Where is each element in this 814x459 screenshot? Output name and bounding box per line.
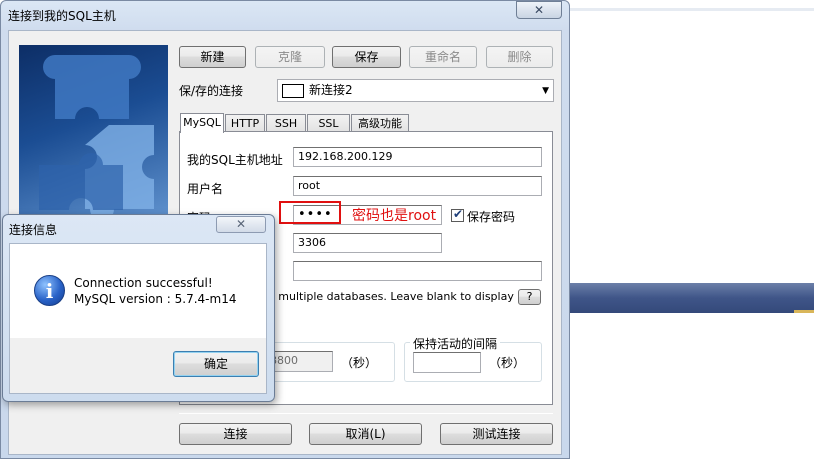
port-input[interactable]: 3306 xyxy=(293,233,442,253)
save-password-label: 保存密码 xyxy=(467,210,516,224)
database-hint: e multiple databases. Leave blank to dis… xyxy=(268,290,535,303)
keepalive-label: 保持活动的间隔 xyxy=(410,335,501,352)
keepalive-input[interactable] xyxy=(413,352,481,373)
delete-button[interactable]: 删除 xyxy=(486,46,553,68)
cancel-button[interactable]: 取消(L) xyxy=(309,423,422,445)
tab-ssl[interactable]: SSL xyxy=(307,114,350,131)
new-button[interactable]: 新建 xyxy=(179,46,246,68)
rename-button[interactable]: 重命名 xyxy=(409,46,477,68)
dialog-close-button[interactable]: ✕ xyxy=(216,216,266,233)
saved-connection-select[interactable]: 新连接2 ▼ xyxy=(277,79,554,102)
connection-color-swatch xyxy=(282,84,304,98)
dialog-message: Connection successful! MySQL version : 5… xyxy=(74,275,236,307)
info-icon: i xyxy=(34,275,65,306)
timeout-unit: （秒） xyxy=(341,356,378,370)
tab-advanced[interactable]: 高级功能 xyxy=(351,114,409,131)
save-password-checkbox[interactable]: ✔ xyxy=(451,207,464,222)
connect-button[interactable]: 连接 xyxy=(179,423,292,445)
database-input[interactable] xyxy=(293,261,542,281)
host-label: 我的SQL主机地址 xyxy=(187,153,283,167)
username-label: 用户名 xyxy=(187,182,224,196)
test-connection-button[interactable]: 测试连接 xyxy=(440,423,553,445)
password-highlight-box xyxy=(279,201,341,224)
dialog-message-line1: Connection successful! xyxy=(74,276,213,290)
saved-connection-value: 新连接2 xyxy=(309,83,353,97)
background-taskbar xyxy=(560,283,814,313)
background-strip xyxy=(570,8,814,11)
tab-mysql[interactable]: MySQL xyxy=(180,113,224,133)
footer-separator xyxy=(179,413,553,414)
username-input[interactable]: root xyxy=(293,176,542,196)
help-button[interactable]: ? xyxy=(518,289,541,305)
tab-ssh[interactable]: SSH xyxy=(266,114,306,131)
window-title: 连接到我的SQL主机 xyxy=(8,9,116,23)
tab-http[interactable]: HTTP xyxy=(225,114,265,131)
window-close-button[interactable]: ✕ xyxy=(516,1,562,19)
check-icon: ✔ xyxy=(453,207,464,221)
host-input[interactable]: 192.168.200.129 xyxy=(293,147,542,167)
saved-connection-label: 保/存的连接 xyxy=(179,84,244,98)
ok-button[interactable]: 确定 xyxy=(173,351,259,377)
keepalive-unit: （秒） xyxy=(489,356,526,370)
dialog-title: 连接信息 xyxy=(9,223,58,237)
chevron-down-icon: ▼ xyxy=(542,86,549,96)
clone-button[interactable]: 克隆 xyxy=(255,46,325,68)
password-annotation: 密码也是root xyxy=(352,208,437,224)
save-button[interactable]: 保存 xyxy=(332,46,401,68)
dialog-message-line2: MySQL version : 5.7.4-m14 xyxy=(74,292,237,306)
